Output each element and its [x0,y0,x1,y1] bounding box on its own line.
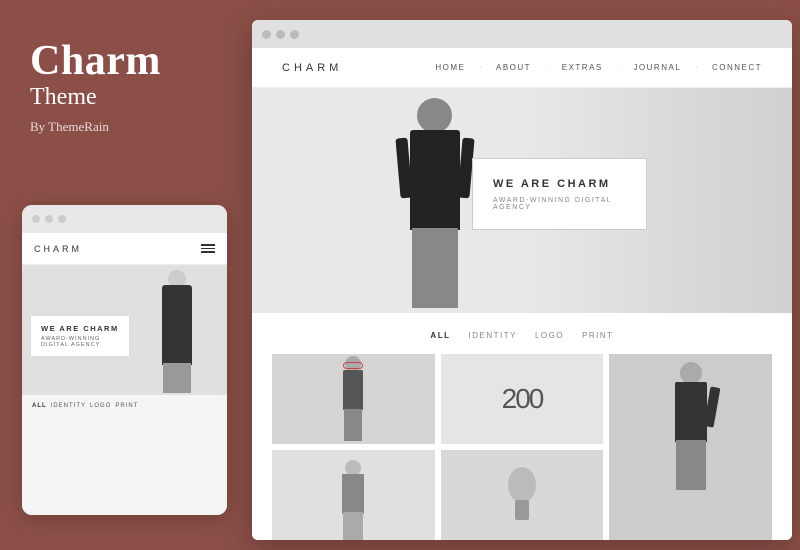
desktop-dot-3 [290,30,299,39]
mobile-nav-logo: CHARM [34,244,82,254]
mobile-filter-all[interactable]: ALL [32,403,47,409]
desktop-hero-subtext: AWARD-WINNING DIGITAL AGENCY [493,197,626,211]
mobile-nav: CHARM [22,233,227,265]
mobile-hamburger-icon [201,244,215,253]
app-subtitle: Theme [30,84,215,111]
desktop-nav-home[interactable]: HOME [435,63,465,72]
desktop-portfolio: ALL IDENTITY LOGO PRINT [252,313,792,540]
mobile-filter-identity[interactable]: IDENTITY [51,403,86,409]
desktop-hero-text-box: WE ARE CHARM AWARD-WINNING DIGITAL AGENC… [472,158,647,230]
mobile-dot-1 [32,215,40,223]
desktop-dot-1 [262,30,271,39]
desktop-nav-links: HOME · ABOUT · EXTRAS · JOURNAL · CONNEC… [435,63,762,72]
desktop-dot-2 [276,30,285,39]
mobile-titlebar [22,205,227,233]
mobile-hero-text-box: WE ARE CHARM AWARD-WINNING DIGITAL AGENC… [30,315,130,357]
desktop-filter-all[interactable]: ALL [430,331,450,340]
mobile-hero-subtext: AWARD-WINNING DIGITAL AGENCY [41,336,119,348]
desktop-titlebar [252,20,792,48]
mobile-filter-logo[interactable]: LOGO [90,403,111,409]
desktop-filter-logo[interactable]: LOGO [535,331,564,340]
mobile-filter-bar: ALL IDENTITY LOGO PRINT [22,395,227,417]
desktop-hero-heading: WE ARE CHARM [493,177,626,192]
grid-image-2: 200 [441,354,604,444]
mobile-dot-3 [58,215,66,223]
desktop-nav: CHARM HOME · ABOUT · EXTRAS · JOURNAL · … [252,48,792,88]
grid-item-2[interactable]: 200 [441,354,604,444]
desktop-nav-connect[interactable]: CONNECT [712,63,762,72]
grid-item-4[interactable] [272,450,435,540]
mobile-hero-heading: WE ARE CHARM [41,324,119,333]
grid-image-1 [272,354,435,444]
sidebar: Charm Theme By ThemeRain CHARM [0,0,245,550]
grid-image-4 [272,450,435,540]
grid-item-3-tall[interactable] [609,354,772,540]
grid-tall-image [609,354,772,540]
desktop-filter-identity[interactable]: IDENTITY [468,331,516,340]
abstract-icon [497,465,547,525]
mobile-person-figure [147,265,207,395]
desktop-filter-bar: ALL IDENTITY LOGO PRINT [272,331,772,340]
grid-image-5 [441,450,604,540]
mobile-dot-2 [45,215,53,223]
desktop-nav-extras[interactable]: EXTRAS [562,63,603,72]
app-author: By ThemeRain [30,119,215,135]
mobile-hero: WE ARE CHARM AWARD-WINNING DIGITAL AGENC… [22,265,227,395]
desktop-portfolio-grid: 200 [272,354,772,540]
app-title: Charm [30,40,215,82]
grid-item-1[interactable] [272,354,435,444]
desktop-preview-card: CHARM HOME · ABOUT · EXTRAS · JOURNAL · … [252,20,792,540]
mobile-filter-print[interactable]: PRINT [115,403,138,409]
mobile-preview-card: CHARM WE ARE CHARM AWARD-WINNI [22,205,227,515]
mobile-content: CHARM WE ARE CHARM AWARD-WINNI [22,233,227,515]
desktop-inner: CHARM HOME · ABOUT · EXTRAS · JOURNAL · … [252,48,792,540]
desktop-filter-print[interactable]: PRINT [582,331,614,340]
desktop-hero: WE ARE CHARM AWARD-WINNING DIGITAL AGENC… [252,88,792,313]
desktop-nav-about[interactable]: ABOUT [496,63,531,72]
desktop-nav-logo: CHARM [282,62,342,74]
grid-item-5[interactable] [441,450,604,540]
desktop-nav-journal[interactable]: JOURNAL [633,63,681,72]
